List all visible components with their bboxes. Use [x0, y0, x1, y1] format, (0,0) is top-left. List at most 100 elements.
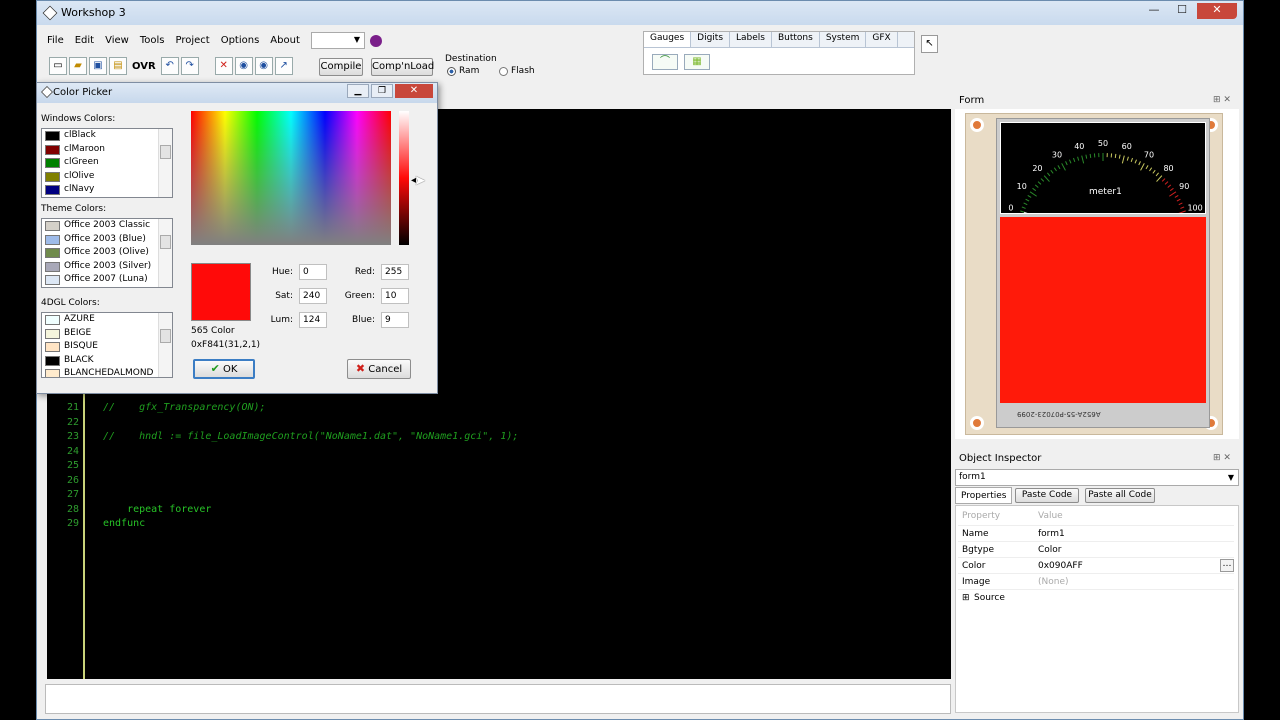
luminance-slider[interactable]: [399, 111, 409, 245]
color-list-item[interactable]: BISQUE: [42, 340, 172, 354]
minimize-button[interactable]: —: [1141, 3, 1167, 19]
windows-colors-label: Windows Colors:: [41, 114, 116, 124]
color-list-item[interactable]: clOlive: [42, 170, 172, 184]
property-row-bgtype[interactable]: Bgtype Color: [958, 541, 1234, 557]
theme-colors-list[interactable]: Office 2003 Classic Office 2003 (Blue) Off…: [41, 218, 173, 288]
pin-icon[interactable]: ⊞ ✕: [1213, 95, 1231, 105]
color-list-item[interactable]: clBlack: [42, 129, 172, 143]
open-file-icon[interactable]: ▰: [69, 57, 87, 75]
object-select[interactable]: form1 ▼: [955, 469, 1239, 486]
menu-project[interactable]: Project: [175, 35, 209, 46]
color-list-item[interactable]: clGreen: [42, 156, 172, 170]
menu-about[interactable]: About: [270, 35, 300, 46]
restore-button[interactable]: ❐: [371, 84, 393, 98]
ok-button[interactable]: ✔ OK: [193, 359, 255, 379]
ellipsis-button[interactable]: …: [1220, 559, 1234, 572]
expand-icon[interactable]: ⊞: [962, 590, 970, 606]
property-row-name[interactable]: Name form1: [958, 525, 1234, 541]
meter-tick: [1134, 159, 1137, 164]
color-list-item[interactable]: BLANCHEDALMOND: [42, 367, 172, 377]
color-name: Office 2003 Classic: [64, 220, 151, 230]
tab-digits[interactable]: Digits: [691, 32, 731, 47]
menu-file[interactable]: File: [47, 35, 64, 46]
tab-properties[interactable]: Properties: [955, 487, 1013, 504]
color-list-item[interactable]: AZURE: [42, 313, 172, 327]
property-row-image[interactable]: Image (None): [958, 573, 1234, 589]
color-list-item[interactable]: BEIGE: [42, 327, 172, 341]
title-bar[interactable]: Workshop 3 — ☐ ✕: [37, 1, 1243, 25]
scrollbar[interactable]: [158, 313, 172, 377]
find-next-icon[interactable]: ◉: [254, 57, 273, 75]
tab-gauges[interactable]: Gauges: [644, 32, 692, 47]
tab-labels[interactable]: Labels: [730, 32, 772, 47]
tab-buttons[interactable]: Buttons: [772, 32, 820, 47]
lum-input[interactable]: 124: [299, 312, 327, 328]
paste-all-code-button[interactable]: Paste all Code: [1085, 488, 1155, 503]
sat-input[interactable]: 240: [299, 288, 327, 304]
menu-edit[interactable]: Edit: [75, 35, 94, 46]
property-row-color[interactable]: Color 0x090AFF …: [958, 557, 1234, 573]
delete-icon[interactable]: ✕: [214, 57, 233, 75]
color-list-item[interactable]: Office 2003 Classic: [42, 219, 172, 233]
close-button[interactable]: ✕: [395, 84, 433, 98]
find-icon[interactable]: ◉: [234, 57, 253, 75]
pointer-tool-icon[interactable]: ↖: [921, 35, 938, 53]
undo-icon[interactable]: ↶: [160, 57, 179, 75]
pin-icon[interactable]: ⊞ ✕: [1213, 453, 1231, 463]
blue-input[interactable]: 9: [381, 312, 409, 328]
code-line[interactable]: // hndl := file_LoadImageControl("NoName…: [103, 431, 518, 442]
color-list-item[interactable]: clMaroon: [42, 143, 172, 157]
flash-radio[interactable]: Flash: [499, 66, 535, 76]
minimize-button[interactable]: ▁: [347, 84, 369, 98]
redo-icon[interactable]: ↷: [180, 57, 199, 75]
red-input[interactable]: 255: [381, 264, 409, 280]
meter-widget-icon[interactable]: ⌒: [652, 54, 678, 70]
color-spectrum[interactable]: [191, 111, 391, 245]
tab-gfx[interactable]: GFX: [866, 32, 898, 47]
close-button[interactable]: ✕: [1197, 3, 1237, 19]
replace-icon[interactable]: ↗: [274, 57, 293, 75]
new-file-icon[interactable]: ▭: [49, 57, 67, 75]
color-list-item[interactable]: Office 2003 (Olive): [42, 246, 172, 260]
color-list-item[interactable]: Office 2007 (Luna): [42, 273, 172, 287]
menu-view[interactable]: View: [105, 35, 129, 46]
dialog-title-bar[interactable]: Color Picker ▁ ❐ ✕: [37, 83, 437, 103]
meter-scale-label: 10: [1017, 182, 1027, 191]
green-input[interactable]: 10: [381, 288, 409, 304]
color-list-item[interactable]: Office 2003 (Blue): [42, 233, 172, 247]
meter-scale-label: 50: [1098, 139, 1108, 148]
meter-tick: [1023, 202, 1028, 206]
meter-tick: [1149, 167, 1153, 172]
scrollbar[interactable]: [158, 219, 172, 287]
menu-tools[interactable]: Tools: [140, 35, 165, 46]
cancel-button[interactable]: ✖ Cancel: [347, 359, 411, 379]
compnload-button[interactable]: Comp'nLoad: [371, 58, 434, 76]
color-list-item[interactable]: Office 2003 (Silver): [42, 260, 172, 274]
platform-select[interactable]: ▼: [311, 32, 365, 49]
menu-options[interactable]: Options: [221, 35, 260, 46]
maximize-button[interactable]: ☐: [1169, 3, 1195, 19]
code-line[interactable]: endfunc: [103, 518, 145, 529]
scrollbar[interactable]: [158, 129, 172, 197]
compile-button[interactable]: Compile: [319, 58, 363, 76]
dgl-colors-list[interactable]: AZURE BEIGE BISQUE BLACK BLANCHEDALMOND: [41, 312, 173, 378]
color-list-item[interactable]: BLACK: [42, 354, 172, 368]
tab-system[interactable]: System: [820, 32, 867, 47]
hue-input[interactable]: 0: [299, 264, 327, 280]
property-row-source[interactable]: ⊞ Source: [958, 589, 1234, 605]
color-swatch: [45, 221, 60, 231]
color-swatch: [45, 355, 60, 366]
paste-code-button[interactable]: Paste Code: [1015, 488, 1079, 503]
ram-radio[interactable]: Ram: [447, 66, 479, 76]
meter-widget[interactable]: 0 10 20 30 40 50 60 70 80 90 100 meter1: [1000, 122, 1206, 232]
meter-tick: [1057, 165, 1061, 170]
save-all-icon[interactable]: ▤: [109, 57, 127, 75]
meter-tick: [1155, 172, 1160, 177]
led-digits-widget-icon[interactable]: ▦: [684, 54, 710, 70]
save-icon[interactable]: ▣: [89, 57, 107, 75]
color-list-item[interactable]: clNavy: [42, 183, 172, 197]
windows-colors-list[interactable]: clBlack clMaroon clGreen clOlive clNavy: [41, 128, 173, 198]
code-line[interactable]: repeat forever: [103, 504, 211, 515]
form-background[interactable]: [1000, 217, 1206, 403]
code-line[interactable]: // gfx_Transparency(ON);: [103, 402, 266, 413]
